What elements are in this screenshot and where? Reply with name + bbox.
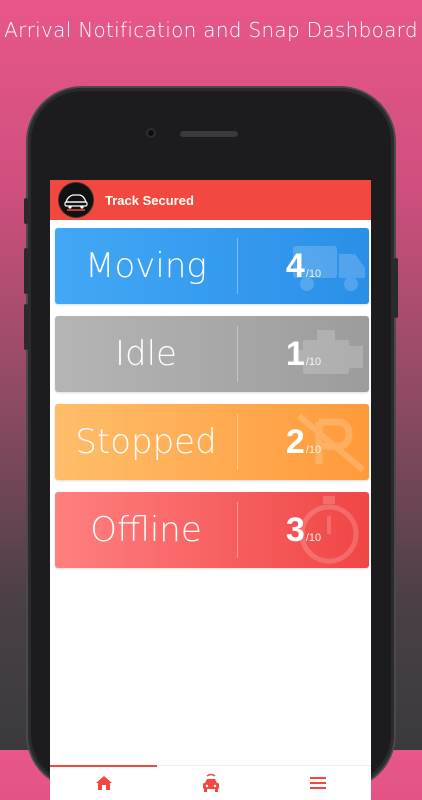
- phone-volume-up: [24, 248, 28, 294]
- phone-frame: Track Secured Moving 4 /10: [24, 88, 398, 800]
- status-card-stopped[interactable]: Stopped 2 /10: [55, 404, 369, 480]
- status-card-offline[interactable]: Offline 3 /10: [55, 492, 369, 568]
- no-parking-icon: [297, 413, 365, 473]
- truck-icon: [293, 246, 365, 291]
- menu-icon: [309, 777, 326, 789]
- front-camera: [146, 128, 156, 138]
- header-title: Track Secured: [105, 192, 194, 208]
- status-cards: Moving 4 /10 Idle 1: [55, 228, 369, 580]
- card-count: 1 /10: [238, 316, 369, 392]
- card-count: 2 /10: [238, 404, 369, 480]
- app-header: Track Secured: [50, 180, 371, 220]
- taxi-icon: [202, 773, 219, 792]
- card-count: 4 /10: [238, 228, 369, 304]
- card-count: 3 /10: [238, 492, 369, 568]
- phone-side-button: [24, 198, 28, 224]
- nav-menu[interactable]: [264, 766, 371, 800]
- stopwatch-icon: [299, 496, 359, 564]
- car-logo-icon: [59, 183, 93, 217]
- card-label: Idle: [115, 334, 177, 374]
- engine-icon: [293, 330, 363, 374]
- status-card-idle[interactable]: Idle 1 /10: [55, 316, 369, 392]
- card-label: Moving: [85, 246, 207, 286]
- phone-volume-down: [24, 304, 28, 350]
- phone-power-button: [394, 258, 398, 318]
- nav-vehicles[interactable]: [157, 766, 264, 800]
- nav-home[interactable]: [50, 765, 157, 800]
- status-card-moving[interactable]: Moving 4 /10: [55, 228, 369, 304]
- app-screen: Track Secured Moving 4 /10: [50, 180, 371, 800]
- bottom-nav: [50, 765, 371, 800]
- card-label: Stopped: [75, 422, 217, 462]
- card-label: Offline: [90, 510, 202, 550]
- earpiece-speaker: [180, 131, 238, 137]
- home-icon: [95, 776, 112, 790]
- promo-title: Arrival Notification and Snap Dashboard: [4, 18, 418, 42]
